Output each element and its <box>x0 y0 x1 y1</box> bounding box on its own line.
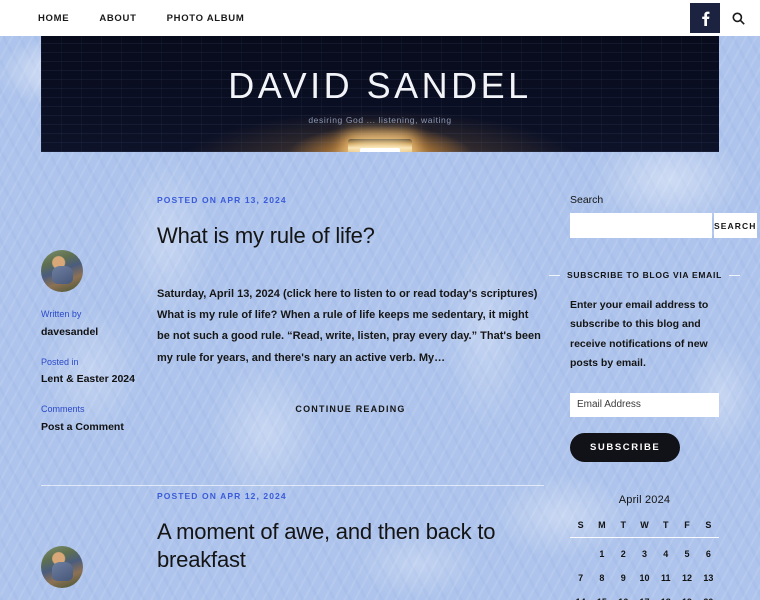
calendar-weekday: S <box>570 515 592 538</box>
calendar-day: 8 <box>599 572 605 583</box>
nav-right-actions <box>690 3 752 33</box>
subscribe-widget: SUBSCRIBE TO BLOG VIA EMAIL Enter your e… <box>549 270 740 462</box>
calendar-day: 12 <box>682 572 693 583</box>
calendar-day: 13 <box>703 572 714 583</box>
search-icon[interactable] <box>724 3 752 33</box>
calendar-week-row: 1 2 3 4 5 6 <box>570 537 719 566</box>
meta-author: Written by davesandel <box>41 308 148 340</box>
calendar-day: 18 <box>655 590 676 600</box>
meta-comments: Comments Post a Comment <box>41 403 148 435</box>
heading-rule-right <box>728 274 740 276</box>
subscribe-button[interactable]: SUBSCRIBE <box>570 432 681 462</box>
nav-link-photo-album[interactable]: PHOTO ALBUM <box>167 13 245 24</box>
page-root: HOME ABOUT PHOTO ALBUM DAVID SANDEL desi… <box>0 0 760 600</box>
avatar <box>41 546 83 589</box>
post-excerpt: Saturday, April 13, 2024 (click here to … <box>157 287 541 364</box>
meta-category: Posted in Lent & Easter 2024 <box>41 356 148 388</box>
calendar-day: 19 <box>676 590 697 600</box>
calendar-day: 9 <box>620 572 626 583</box>
main-layout: Written by davesandel Posted in Lent & E… <box>0 152 760 600</box>
search-widget: Search SEARCH <box>570 194 757 238</box>
hero-content: DAVID SANDEL desiring God ... listening,… <box>41 36 719 152</box>
calendar-day: 16 <box>613 590 634 600</box>
calendar-week-row: 14 15 16 17 18 19 20 <box>570 590 719 600</box>
continue-reading-link[interactable]: CONTINUE READING <box>295 404 405 414</box>
calendar-weekday: W <box>633 515 656 538</box>
calendar-day: 6 <box>705 548 711 559</box>
calendar-day: 1 <box>599 548 605 559</box>
post-body-column: POSTED ON APR 13, 2024 What is my rule o… <box>148 190 544 435</box>
calendar-day: 17 <box>634 590 655 600</box>
subscribe-widget-heading: SUBSCRIBE TO BLOG VIA EMAIL <box>549 270 740 280</box>
calendar-weekday: S <box>697 515 719 538</box>
top-navigation-bar: HOME ABOUT PHOTO ALBUM <box>0 0 760 36</box>
continue-reading-wrap: CONTINUE READING <box>157 399 544 417</box>
search-widget-label: Search <box>570 194 604 206</box>
meta-category-name[interactable]: Lent & Easter 2024 <box>41 373 135 385</box>
calendar-day: 3 <box>641 548 647 559</box>
calendar-weekday: T <box>655 515 677 538</box>
calendar-week-row: 7 8 9 10 11 12 13 <box>570 566 719 590</box>
posts-column: Written by davesandel Posted in Lent & E… <box>41 190 544 600</box>
search-row: SEARCH <box>570 213 757 238</box>
post-title[interactable]: A moment of awe, and then back to breakf… <box>157 518 544 573</box>
avatar <box>41 250 83 292</box>
post-meta-column <box>41 486 148 600</box>
subscribe-widget-title: SUBSCRIBE TO BLOG VIA EMAIL <box>567 270 722 280</box>
subscribe-description: Enter your email address to subscribe to… <box>570 299 709 370</box>
calendar-day: 11 <box>661 572 671 583</box>
meta-label-posted-in: Posted in <box>41 356 79 367</box>
post-body-column: POSTED ON APR 12, 2024 A moment of awe, … <box>148 486 544 600</box>
calendar-day: 10 <box>639 572 650 583</box>
calendar-day: 4 <box>663 548 669 559</box>
calendar-table: April 2024 S M T W T F S 1 2 3 4 5 6 7 8… <box>570 494 719 600</box>
meta-label-written-by: Written by <box>41 309 82 319</box>
primary-nav-links: HOME ABOUT PHOTO ALBUM <box>38 13 245 24</box>
post-title[interactable]: What is my rule of life? <box>157 222 544 250</box>
email-field[interactable] <box>570 392 719 417</box>
post-date[interactable]: POSTED ON APR 13, 2024 <box>157 195 287 205</box>
meta-post-comment-link[interactable]: Post a Comment <box>41 421 124 433</box>
calendar-day: 5 <box>684 548 690 559</box>
calendar-body: 1 2 3 4 5 6 7 8 9 10 11 12 13 <box>570 537 719 600</box>
post-date[interactable]: POSTED ON APR 12, 2024 <box>157 491 287 501</box>
nav-link-about[interactable]: ABOUT <box>99 13 136 24</box>
article-post: Written by davesandel Posted in Lent & E… <box>41 190 544 435</box>
calendar-weekday: T <box>612 515 634 538</box>
search-input[interactable] <box>570 213 712 238</box>
heading-rule-left <box>549 274 561 276</box>
calendar-day: 2 <box>620 548 626 559</box>
sidebar-column: Search SEARCH SUBSCRIBE TO BLOG VIA EMAI… <box>549 190 757 600</box>
article-post: POSTED ON APR 12, 2024 A moment of awe, … <box>41 486 544 600</box>
calendar-weekday-row: S M T W T F S <box>570 515 719 538</box>
calendar-day: 14 <box>570 590 591 600</box>
calendar-day: 7 <box>578 572 584 583</box>
facebook-icon[interactable] <box>690 3 720 33</box>
calendar-widget: April 2024 S M T W T F S 1 2 3 4 5 6 7 8… <box>570 494 719 600</box>
post-meta-column: Written by davesandel Posted in Lent & E… <box>41 190 148 435</box>
calendar-weekday: M <box>591 515 613 538</box>
meta-author-name[interactable]: davesandel <box>41 326 98 338</box>
site-title: DAVID SANDEL <box>228 65 532 106</box>
calendar-weekday: F <box>676 515 698 538</box>
calendar-caption: April 2024 <box>618 493 671 506</box>
calendar-day <box>570 537 591 566</box>
nav-link-home[interactable]: HOME <box>38 13 69 24</box>
calendar-day: 20 <box>698 590 719 600</box>
search-button[interactable]: SEARCH <box>714 213 757 238</box>
meta-label-comments: Comments <box>41 404 85 415</box>
site-hero-banner: DAVID SANDEL desiring God ... listening,… <box>41 36 719 152</box>
site-tagline: desiring God ... listening, waiting <box>308 115 452 125</box>
calendar-day: 15 <box>591 590 612 600</box>
